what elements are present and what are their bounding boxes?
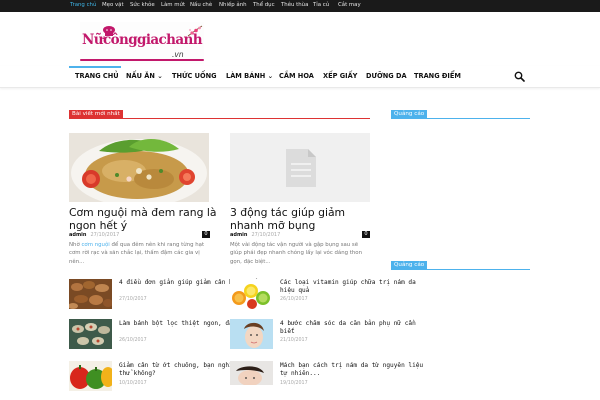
top-menu-item-meo-vat[interactable]: Mẹo vặt: [102, 2, 124, 8]
post-date: 27/10/2017: [90, 232, 120, 238]
post-author[interactable]: admin: [69, 232, 86, 238]
small-post-title[interactable]: Các loại vitamin giúp chữa trị nám da hi…: [280, 279, 430, 295]
nav-item-xep-giay[interactable]: XẾP GIẤY: [323, 72, 357, 80]
post-thumbnail-fruits[interactable]: [230, 279, 273, 309]
logo-text: Nữcônggiachanh: [82, 32, 203, 48]
search-icon[interactable]: [514, 71, 525, 82]
site-logo[interactable]: Nữcônggiachanh .vn: [80, 22, 204, 64]
sidebar-ad-header-1: Quảng cáo: [391, 110, 530, 119]
post-author[interactable]: admin: [230, 232, 247, 238]
top-menu-bar: Trang chủ Mẹo vặt Sức khỏe Làm mứt Nấu c…: [0, 0, 600, 12]
banh-bot-loc-photo: [69, 319, 112, 349]
small-post-date: 26/10/2017: [119, 338, 147, 343]
comment-count-badge[interactable]: 0: [202, 231, 210, 238]
post-thumbnail-banh-bot-loc[interactable]: [69, 319, 112, 349]
small-post-date: 10/10/2017: [119, 381, 147, 386]
nav-item-lam-banh[interactable]: LÀM BÁNH ⌄: [226, 72, 273, 80]
top-menu-item-nhiep-anh[interactable]: Nhiếp ảnh: [219, 2, 247, 8]
nav-item-nau-an[interactable]: NẤU ĂN ⌄: [126, 72, 163, 80]
comment-count-badge[interactable]: 0: [362, 231, 370, 238]
featured-post-meta: admin 27/10/2017: [230, 232, 280, 238]
woman-face-photo: [230, 319, 273, 349]
excerpt-text: Nhờ: [69, 242, 82, 248]
small-post-date: 27/10/2017: [119, 297, 147, 302]
spa-photo: [230, 361, 273, 391]
nav-item-cam-hoa[interactable]: CẮM HOA: [279, 72, 314, 80]
nav-item-trang-diem[interactable]: TRANG ĐIỂM: [414, 72, 461, 80]
logo-domain-suffix: .vn: [172, 50, 184, 59]
logo-underline: [80, 59, 204, 61]
small-post-date: 26/10/2017: [280, 297, 308, 302]
bell-pepper-photo: [69, 361, 112, 391]
featured-post-title[interactable]: Cơm nguội mà đem rang là ngon hết ý: [69, 206, 219, 232]
fruits-photo: [230, 279, 273, 309]
main-navigation: TRANG CHỦ NẤU ĂN ⌄ THỨC UỐNG LÀM BÁNH ⌄ …: [0, 66, 600, 88]
small-post-title[interactable]: 4 bước chăm sóc da căn bản phụ nữ cần bi…: [280, 320, 430, 336]
small-post-title[interactable]: Mách bạn cách trị nám da từ nguyên liệu …: [280, 362, 430, 378]
header-underline: [69, 118, 370, 119]
top-menu-item-cat-may[interactable]: Cắt may: [338, 2, 361, 8]
fried-rice-photo: [69, 133, 209, 202]
featured-post-excerpt: Nhờ cơm nguội để qua đêm nên khi rang từ…: [69, 241, 211, 266]
featured-post-image-fried-rice[interactable]: [69, 133, 209, 202]
small-post-date: 19/10/2017: [280, 381, 308, 386]
featured-post-meta: admin 27/10/2017: [69, 232, 119, 238]
top-menu-item-tia-cu[interactable]: Tỉa củ: [313, 2, 329, 8]
featured-post-image-placeholder[interactable]: [230, 133, 370, 202]
post-thumbnail-nuts[interactable]: [69, 279, 112, 309]
featured-post-excerpt: Một vài động tác vận người và gập bụng s…: [230, 242, 363, 265]
top-menu-item-theu-thua[interactable]: Thêu thùa: [281, 2, 308, 8]
top-menu-item-trang-chu[interactable]: Trang chủ: [70, 2, 96, 8]
top-menu-item-the-duc[interactable]: Thể dục: [253, 2, 275, 8]
top-menu-item-nau-che[interactable]: Nấu chè: [190, 2, 212, 8]
header-underline: [391, 118, 530, 119]
featured-post-title[interactable]: 3 động tác giúp giảm nhanh mỡ bụng: [230, 206, 380, 232]
post-date: 27/10/2017: [251, 232, 281, 238]
nav-item-thuc-uong[interactable]: THỨC UỐNG: [172, 72, 217, 80]
nav-active-indicator: [69, 66, 121, 68]
small-post-date: 21/10/2017: [280, 338, 308, 343]
header-underline: [391, 269, 530, 270]
top-menu-item-suc-khoe[interactable]: Sức khỏe: [130, 2, 155, 8]
latest-posts-header: Bài viết mới nhất: [69, 110, 370, 119]
nuts-photo: [69, 279, 112, 309]
excerpt-link[interactable]: cơm nguội: [81, 242, 109, 248]
post-thumbnail-spa[interactable]: [230, 361, 273, 391]
document-placeholder-icon: [230, 133, 370, 202]
nav-item-duong-da[interactable]: DƯỠNG DA: [366, 72, 407, 80]
sidebar-ad-header-2: Quảng cáo: [391, 261, 530, 270]
post-thumbnail-woman-face[interactable]: [230, 319, 273, 349]
post-thumbnail-bell-pepper[interactable]: [69, 361, 112, 391]
nav-item-trang-chu[interactable]: TRANG CHỦ: [75, 72, 119, 80]
top-menu-item-lam-mut[interactable]: Làm mứt: [161, 2, 185, 8]
